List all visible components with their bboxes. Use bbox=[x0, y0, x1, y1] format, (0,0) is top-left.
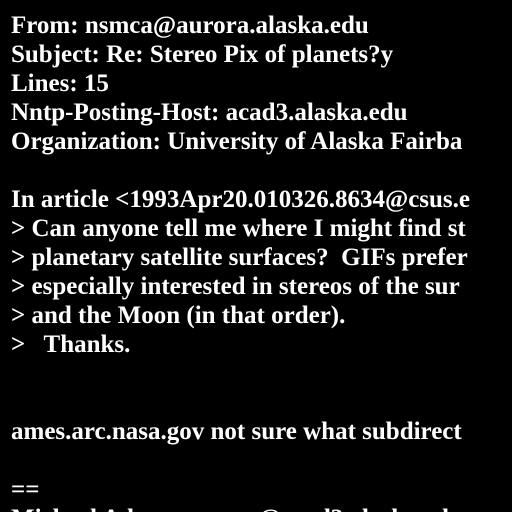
header-lines-line: Lines: 15 bbox=[11, 70, 109, 97]
header-posting-host-line: Nntp-Posting-Host: acad3.alaska.edu bbox=[11, 99, 408, 126]
header-organization-line: Organization: University of Alaska Fairb… bbox=[11, 128, 463, 155]
quoted-line: > Thanks. bbox=[11, 331, 131, 358]
body-text-line: ames.arc.nasa.gov not sure what subdirec… bbox=[11, 418, 462, 445]
quoted-line: > especially interested in stereos of th… bbox=[11, 273, 460, 300]
quoted-line: > and the Moon (in that order). bbox=[11, 302, 346, 329]
header-from-line: From: nsmca@aurora.alaska.edu bbox=[11, 12, 369, 39]
quoted-line: > planetary satellite surfaces? GIFs pre… bbox=[11, 244, 468, 271]
message-body: From: nsmca@aurora.alaska.edu Subject: R… bbox=[11, 11, 470, 512]
message-viewer: From: nsmca@aurora.alaska.edu Subject: R… bbox=[0, 0, 512, 512]
attribution-line: In article <1993Apr20.010326.8634@csus.e bbox=[11, 186, 470, 213]
signature-line: Michael Adams, nsmca@acad3.alaska.edu bbox=[11, 504, 470, 512]
signature-separator: == bbox=[11, 476, 40, 503]
header-subject-line: Subject: Re: Stereo Pix of planets?y bbox=[11, 41, 394, 68]
quoted-line: > Can anyone tell me where I might find … bbox=[11, 215, 466, 242]
